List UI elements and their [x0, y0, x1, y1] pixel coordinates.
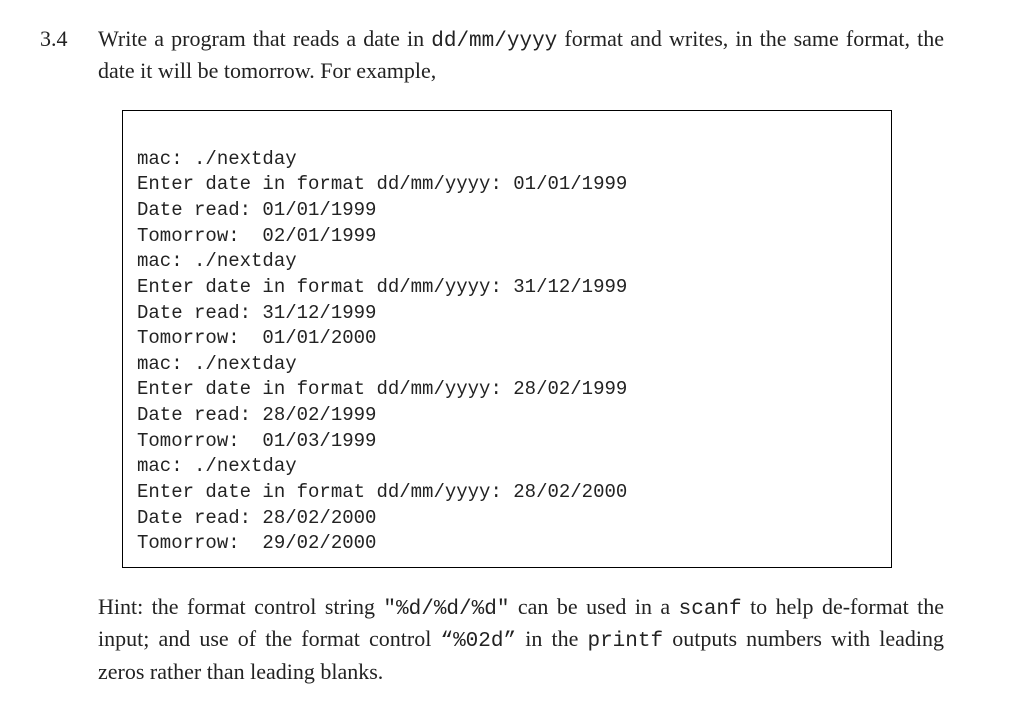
- code-line: Tomorrow: 29/02/2000: [137, 532, 376, 554]
- hint-text: Hint: the format control string: [98, 594, 383, 619]
- code-line: mac: ./nextday: [137, 455, 297, 477]
- code-line: Date read: 31/12/1999: [137, 302, 376, 324]
- code-example-box: mac: ./nextday Enter date in format dd/m…: [122, 110, 892, 568]
- code-line: Enter date in format dd/mm/yyyy: 01/01/1…: [137, 173, 627, 195]
- code-line: mac: ./nextday: [137, 353, 297, 375]
- hint-text: can be used in a: [509, 594, 678, 619]
- prompt-code-format: dd/mm/yyyy: [431, 30, 557, 53]
- prompt-text-pre: Write a program that reads a date in: [98, 26, 431, 51]
- hint-code-scanf-format: "%d/%d/%d": [383, 598, 509, 621]
- code-line: Date read: 28/02/1999: [137, 404, 376, 426]
- code-line: Tomorrow: 01/03/1999: [137, 430, 376, 452]
- hint-code-scanf: scanf: [679, 598, 742, 621]
- code-line: Enter date in format dd/mm/yyyy: 31/12/1…: [137, 276, 627, 298]
- hint-text: in the: [516, 626, 587, 651]
- code-line: Date read: 28/02/2000: [137, 507, 376, 529]
- code-line: Tomorrow: 01/01/2000: [137, 327, 376, 349]
- code-line: Tomorrow: 02/01/1999: [137, 225, 376, 247]
- exercise-number: 3.4: [40, 24, 98, 52]
- exercise-block: 3.4 Write a program that reads a date in…: [40, 24, 944, 688]
- hint-paragraph: Hint: the format control string "%d/%d/%…: [98, 592, 944, 688]
- exercise-prompt: Write a program that reads a date in dd/…: [98, 24, 944, 86]
- hint-code-printf: printf: [587, 630, 663, 653]
- code-line: mac: ./nextday: [137, 250, 297, 272]
- hint-code-printf-format: “%02d”: [440, 630, 516, 653]
- code-line: Enter date in format dd/mm/yyyy: 28/02/2…: [137, 481, 627, 503]
- code-line: Enter date in format dd/mm/yyyy: 28/02/1…: [137, 378, 627, 400]
- exercise-body: Write a program that reads a date in dd/…: [98, 24, 944, 688]
- code-line: mac: ./nextday: [137, 148, 297, 170]
- code-line: Date read: 01/01/1999: [137, 199, 376, 221]
- page: 3.4 Write a program that reads a date in…: [0, 0, 1024, 712]
